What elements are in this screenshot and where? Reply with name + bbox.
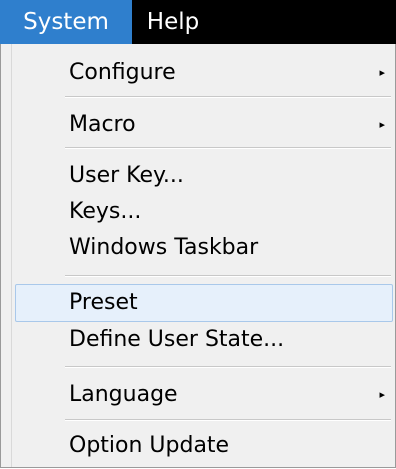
menu-item-windows-taskbar[interactable]: Windows Taskbar <box>15 230 393 266</box>
system-menu-dropdown: Configure ▸ Macro ▸ User Key... Keys... … <box>0 44 396 468</box>
submenu-arrow-icon: ▸ <box>379 66 385 79</box>
menu-item-label: Configure <box>69 60 176 85</box>
menu-gutter <box>1 44 12 467</box>
menu-item-label: Macro <box>69 112 136 137</box>
submenu-arrow-icon: ▸ <box>379 118 385 131</box>
menu-item-configure[interactable]: Configure ▸ <box>15 56 393 90</box>
menu-item-label: Keys... <box>69 199 142 224</box>
menubar-help[interactable]: Help <box>133 0 213 44</box>
menu-separator <box>65 366 391 368</box>
menu-separator <box>65 275 391 277</box>
menu-item-label: Define User State... <box>69 327 285 352</box>
menu-separator <box>65 419 391 421</box>
submenu-arrow-icon: ▸ <box>379 388 385 401</box>
menu-item-macro[interactable]: Macro ▸ <box>15 108 393 142</box>
menu-separator <box>65 96 391 98</box>
menu-item-define-user-state[interactable]: Define User State... <box>15 322 393 358</box>
menu-item-label: Language <box>69 382 178 407</box>
menu-item-preset[interactable]: Preset <box>15 284 393 322</box>
menu-item-option-update[interactable]: Option Update <box>15 428 393 464</box>
menu-item-label: User Key... <box>69 163 184 188</box>
menubar-system[interactable]: System <box>0 0 132 44</box>
menubar: System Help <box>0 0 396 44</box>
menu-item-language[interactable]: Language ▸ <box>15 376 393 414</box>
menu-item-label: Preset <box>69 290 138 315</box>
menu-item-keys[interactable]: Keys... <box>15 194 393 230</box>
menu-item-label: Option Update <box>69 433 230 458</box>
menu-separator <box>65 147 391 149</box>
menu-item-label: Windows Taskbar <box>69 235 259 260</box>
menu-item-user-key[interactable]: User Key... <box>15 158 393 194</box>
